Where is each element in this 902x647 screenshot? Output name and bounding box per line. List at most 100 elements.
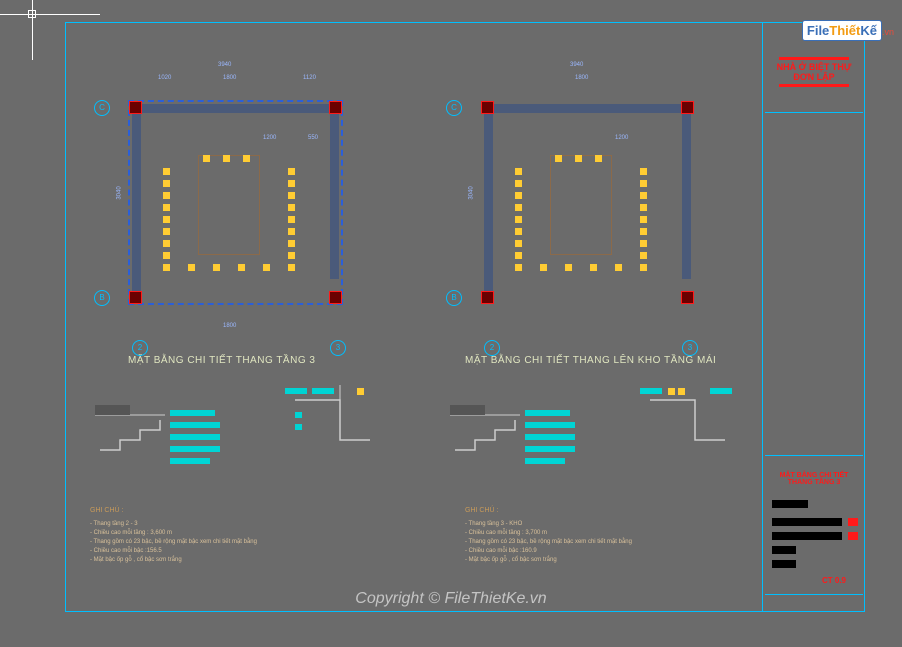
legend-bar [170, 446, 220, 452]
note-line: - Mặt bậc ốp gỗ , cổ bậc sơn trắng [465, 556, 632, 565]
legend-bar [295, 424, 302, 430]
riser-detail-icon [640, 385, 730, 465]
dim: 3040 [469, 186, 475, 199]
step [288, 252, 295, 259]
step [288, 192, 295, 199]
dim: 550 [308, 135, 318, 141]
wall [484, 104, 493, 301]
step [575, 155, 582, 162]
step [163, 168, 170, 175]
legend-bar [525, 446, 575, 452]
tb-field [772, 500, 808, 508]
left-plan: C B 2 3 3940 1020 1800 1120 1200 550 304… [88, 40, 398, 390]
tb-divider [765, 112, 863, 113]
note-line: - Thang gồm có 23 bậc, bề rộng mặt bậc x… [90, 538, 257, 547]
step [640, 240, 647, 247]
step [515, 228, 522, 235]
note-line: - Thang tầng 2 - 3 [90, 520, 257, 529]
tb-field [772, 532, 842, 540]
right-plan-title: MẶT BẰNG CHI TIẾT THANG LÊN KHO TẦNG MÁI [465, 355, 716, 366]
step [213, 264, 220, 271]
step [515, 240, 522, 247]
step [515, 180, 522, 187]
tb-accent [848, 518, 858, 526]
step [640, 180, 647, 187]
legend-bar [295, 412, 302, 418]
legend-bar [525, 422, 575, 428]
step [238, 264, 245, 271]
step [640, 264, 647, 271]
legend-dot [668, 388, 675, 395]
ghichu-title-right: GHI CHÚ : [465, 507, 498, 514]
note-line: - Chiều cao mỗi bậc :160.9 [465, 547, 632, 556]
watermark: Copyright © FileThietKe.vn [0, 590, 902, 608]
step [288, 204, 295, 211]
step [515, 192, 522, 199]
column [681, 291, 694, 304]
dim: 1200 [263, 135, 276, 141]
crosshair-pickbox [28, 10, 36, 18]
dim: 1800 [223, 75, 236, 81]
axis-c: C [94, 100, 110, 116]
legend-bar [640, 388, 662, 394]
project-line1: NHÀ Ở BIỆT THỰ [765, 62, 863, 72]
axis-b: B [94, 290, 110, 306]
site-logo: FileThiếtKế .vn [802, 20, 894, 41]
legend-bar [710, 388, 732, 394]
logo-suffix: .vn [882, 27, 894, 37]
dim: 3940 [570, 62, 583, 68]
column [329, 291, 342, 304]
dim: 1800 [575, 75, 588, 81]
column [129, 101, 142, 114]
cad-viewport[interactable]: NHÀ Ở BIỆT THỰ ĐƠN LẬP MẶT BẰNG CHI TIẾT… [0, 0, 902, 647]
note-line: - Thang gồm có 23 bậc, bề rộng mặt bậc x… [465, 538, 632, 547]
dim: 1120 [303, 75, 316, 81]
ghichu-title-left: GHI CHÚ : [90, 507, 123, 514]
stair-void [198, 155, 260, 255]
left-plan-title: MẶT BẰNG CHI TIẾT THANG TẦNG 3 [128, 355, 315, 366]
step [615, 264, 622, 271]
step [565, 264, 572, 271]
wall [682, 104, 691, 279]
step [163, 192, 170, 199]
step [163, 216, 170, 223]
step [288, 180, 295, 187]
step [288, 168, 295, 175]
axis-2: 2 [132, 340, 148, 356]
step [555, 155, 562, 162]
step [163, 180, 170, 187]
logo-part1: File [807, 23, 829, 38]
column [681, 101, 694, 114]
axis-3: 3 [682, 340, 698, 356]
step [640, 228, 647, 235]
step [203, 155, 210, 162]
note-line: - Chiều cao mỗi tầng : 3,600 m [90, 529, 257, 538]
project-title: NHÀ Ở BIỆT THỰ ĐƠN LẬP [765, 55, 863, 89]
step [163, 252, 170, 259]
axis-c: C [446, 100, 462, 116]
logo-part2: Thiết [829, 23, 860, 38]
wall [132, 104, 141, 301]
dim: 1020 [158, 75, 171, 81]
legend-bar [525, 458, 565, 464]
dim: 3040 [117, 186, 123, 199]
note-line: - Chiều cao mỗi bậc :156.5 [90, 547, 257, 556]
legend-dot [357, 388, 364, 395]
step [515, 216, 522, 223]
legend-bar [170, 458, 210, 464]
dim: 1200 [615, 135, 628, 141]
step [640, 168, 647, 175]
note-line: - Mặt bậc ốp gỗ , cổ bậc sơn trắng [90, 556, 257, 565]
ghichu-body-left: - Thang tầng 2 - 3 - Chiều cao mỗi tầng … [90, 520, 257, 565]
titleblock-divider [762, 22, 763, 612]
step [223, 155, 230, 162]
column [481, 101, 494, 114]
drawing-title: MẶT BẰNG CHI TIẾT THANG TẦNG 3 [765, 472, 863, 486]
wall [484, 104, 691, 113]
step [163, 240, 170, 247]
legend-bar [525, 434, 575, 440]
step [288, 228, 295, 235]
dim: 3940 [218, 62, 231, 68]
step [515, 168, 522, 175]
legend-bar [170, 422, 220, 428]
